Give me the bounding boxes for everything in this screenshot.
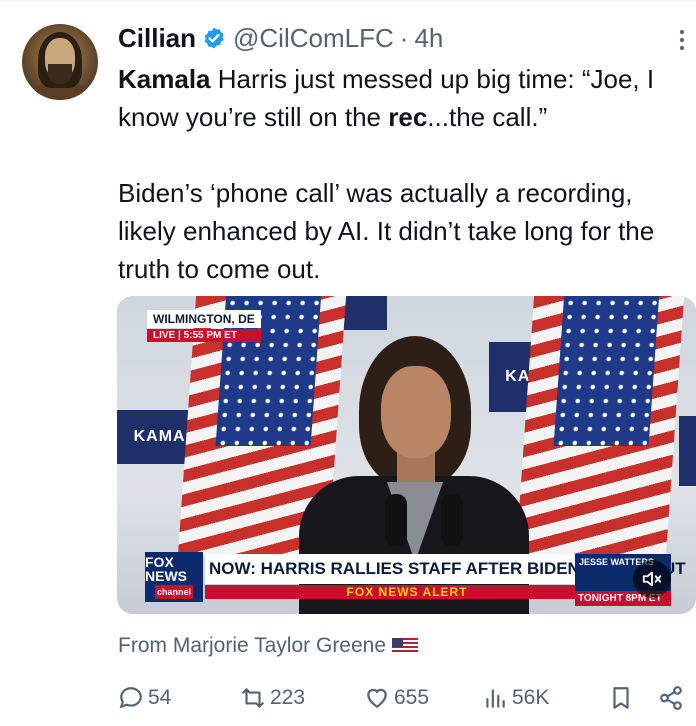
microphone-right bbox=[441, 494, 463, 546]
attribution[interactable]: From Marjorie Taylor Greene bbox=[118, 634, 419, 658]
mute-icon[interactable] bbox=[633, 560, 671, 598]
tweet-text: Kamala Harris just messed up big time: “… bbox=[118, 60, 688, 288]
views-count: 56K bbox=[512, 686, 550, 709]
attribution-text[interactable]: From Marjorie Taylor Greene bbox=[118, 634, 386, 658]
retweet-count: 223 bbox=[270, 686, 306, 709]
sign-far-right bbox=[679, 416, 696, 486]
reply-button[interactable]: 54 bbox=[118, 680, 171, 716]
chyron-alert: FOX NEWS ALERT bbox=[205, 585, 609, 599]
bookmark-button[interactable] bbox=[608, 680, 638, 716]
reply-icon bbox=[119, 687, 142, 709]
live-bug: WILMINGTON, DE LIVE | 5:55 PM ET bbox=[147, 310, 261, 342]
avatar-beard bbox=[48, 64, 72, 84]
like-button[interactable]: 655 bbox=[364, 680, 429, 716]
network-logo-sub: channel bbox=[154, 585, 193, 599]
heart-icon bbox=[367, 688, 387, 708]
live-time: 5:55 PM ET bbox=[183, 330, 237, 341]
author-handle[interactable]: @CilComLFC bbox=[233, 23, 394, 54]
flag-right bbox=[515, 296, 685, 556]
reply-count: 54 bbox=[148, 686, 172, 709]
tweet-bold-rec: rec bbox=[388, 102, 428, 132]
post-time[interactable]: 4h bbox=[414, 23, 443, 54]
views-button[interactable]: 56K bbox=[482, 680, 549, 716]
avatar[interactable] bbox=[22, 24, 98, 100]
action-bar: 54 223 655 56K bbox=[118, 680, 688, 716]
bookmark-icon bbox=[613, 687, 629, 709]
top-divider bbox=[0, 0, 696, 1]
speaker-muted-icon bbox=[642, 571, 662, 587]
author-name[interactable]: Cillian bbox=[118, 23, 196, 54]
video-media[interactable]: KAMAL KAM WILMINGTON, DE LIVE | 5:55 PM … bbox=[117, 296, 696, 614]
live-location: WILMINGTON, DE bbox=[147, 310, 261, 328]
share-button[interactable] bbox=[658, 680, 688, 716]
tweet-paragraph-2: Biden’s ‘phone call’ was actually a reco… bbox=[118, 178, 655, 284]
microphone-left bbox=[385, 494, 407, 546]
verified-badge-icon bbox=[204, 27, 224, 49]
network-logo-text: FOX NEWS bbox=[145, 554, 187, 584]
more-options-icon[interactable] bbox=[670, 26, 694, 56]
retweet-button[interactable]: 223 bbox=[240, 680, 305, 716]
tweet-text-1-end: ...the call.” bbox=[427, 102, 548, 132]
share-icon bbox=[660, 686, 682, 710]
network-logo: FOX NEWS channel bbox=[145, 552, 203, 602]
us-flag-icon bbox=[392, 638, 419, 654]
live-text: LIVE bbox=[153, 330, 176, 341]
views-chart-icon bbox=[486, 689, 505, 708]
tweet-header: Cillian @CilComLFC · 4h bbox=[118, 20, 443, 56]
chyron-headline: NOW: HARRIS RALLIES STAFF AFTER BIDEN DR… bbox=[205, 554, 686, 584]
retweet-icon bbox=[242, 688, 264, 708]
tweet-bold-kamala: Kamala bbox=[118, 64, 211, 94]
tweet-paragraph-1: Kamala Harris just messed up big time: “… bbox=[118, 60, 688, 136]
news-chyron: FOX NEWS channel NOW: HARRIS RALLIES STA… bbox=[145, 552, 686, 602]
meta-separator: · bbox=[399, 22, 409, 53]
like-count: 655 bbox=[394, 686, 430, 709]
live-label: LIVE | 5:55 PM ET bbox=[147, 329, 261, 342]
